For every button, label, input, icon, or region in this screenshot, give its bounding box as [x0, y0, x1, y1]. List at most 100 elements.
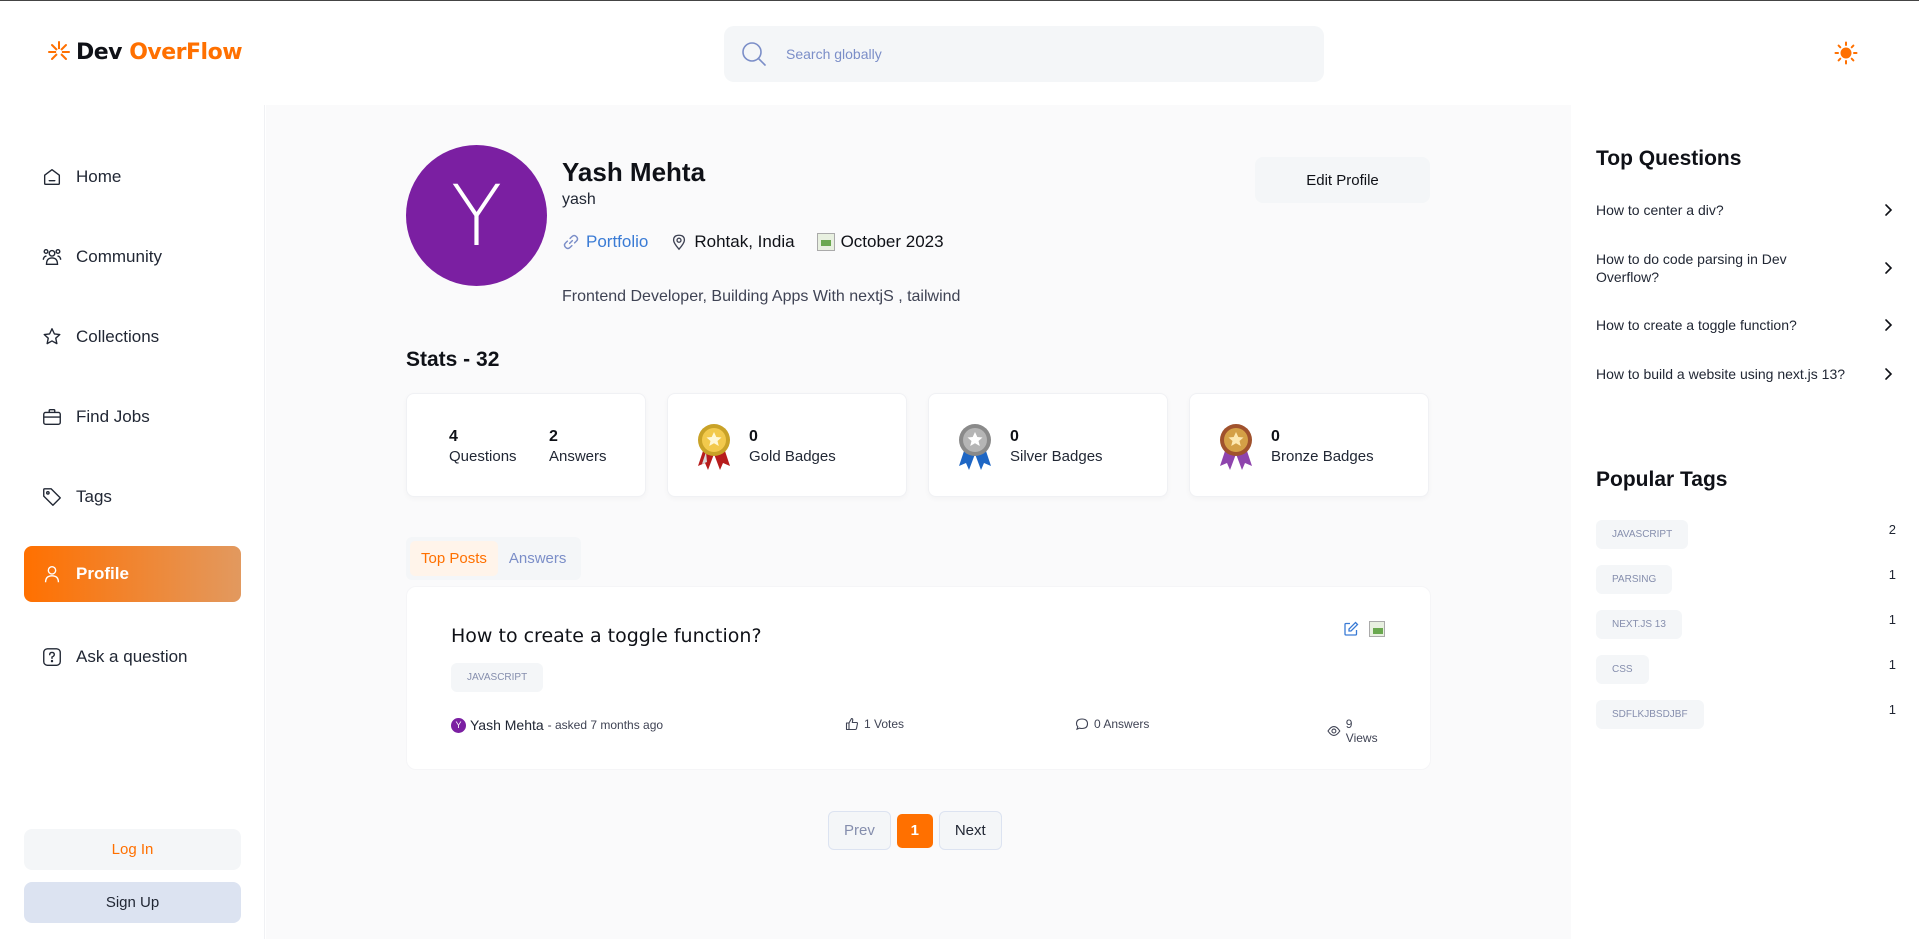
- tag-count: 1: [1888, 567, 1896, 582]
- popular-tag-item[interactable]: JAVASCRIPT 2: [1596, 520, 1896, 549]
- sidebar-item-tags[interactable]: Tags: [24, 469, 241, 525]
- login-button[interactable]: Log In: [24, 829, 241, 870]
- stat-card-bronze: 0 Bronze Badges: [1189, 393, 1429, 497]
- sun-icon[interactable]: [1834, 41, 1858, 65]
- stat-answers: 2 Answers: [549, 428, 607, 465]
- top-question-item[interactable]: How to create a toggle function?: [1596, 316, 1896, 334]
- eye-icon: [1327, 726, 1341, 736]
- edit-icon[interactable]: [1343, 621, 1359, 637]
- tab-answers[interactable]: Answers: [498, 541, 578, 576]
- author-name[interactable]: Yash Mehta: [470, 717, 544, 733]
- sidebar-item-collections[interactable]: Collections: [24, 309, 241, 365]
- top-question-item[interactable]: How to center a div?: [1596, 201, 1896, 219]
- question-author[interactable]: Y Yash Mehta - asked 7 months ago: [451, 717, 663, 733]
- next-button[interactable]: Next: [938, 811, 1002, 850]
- global-search[interactable]: [724, 26, 1324, 82]
- question-meta: Y Yash Mehta - asked 7 months ago 1 Vote…: [451, 717, 1387, 745]
- gold-medal-icon: [698, 424, 730, 470]
- sidebar-item-label: Ask a question: [76, 647, 188, 666]
- tab-top-posts[interactable]: Top Posts: [410, 541, 498, 576]
- sidebar-item-community[interactable]: Community: [24, 229, 241, 285]
- stat-card-qa: 4 Questions 2 Answers: [406, 393, 646, 497]
- bronze-medal-icon: [1220, 424, 1252, 470]
- chevron-right-icon: [1885, 368, 1893, 380]
- joined-label: October 2023: [840, 232, 944, 251]
- answers-count: 0 Answers: [1094, 717, 1150, 731]
- stat-card-gold: 0 Gold Badges: [667, 393, 907, 497]
- location-pin-icon: [673, 234, 686, 251]
- popular-tag-item[interactable]: PARSING 1: [1596, 565, 1896, 594]
- question-tag[interactable]: JAVASCRIPT: [451, 663, 544, 692]
- stat-label: Bronze Badges: [1271, 448, 1374, 465]
- top-question-item[interactable]: How to build a website using next.js 13?: [1596, 365, 1896, 383]
- location-label: Rohtak, India: [694, 232, 795, 251]
- portfolio-link[interactable]: Portfolio: [562, 232, 648, 252]
- sidebar-item-profile[interactable]: Profile: [24, 546, 241, 602]
- stat-label: Answers: [549, 448, 607, 465]
- sidebar-item-ask-question[interactable]: Ask a question: [24, 629, 241, 685]
- question-card[interactable]: How to create a toggle function? JAVASCR…: [406, 586, 1431, 770]
- logo-icon: [48, 41, 70, 60]
- right-sidebar: Top Questions How to center a div? How t…: [1571, 105, 1919, 939]
- delete-icon[interactable]: [1369, 621, 1385, 637]
- profile-meta: Portfolio Rohtak, India October 2023: [562, 232, 944, 252]
- tag-count: 2: [1888, 522, 1896, 537]
- stat-label: Questions: [449, 448, 517, 465]
- answers-metric: 0 Answers: [1075, 717, 1149, 731]
- search-icon: [742, 42, 766, 66]
- top-question-text: How to build a website using next.js 13?: [1596, 366, 1846, 382]
- stat-value: 0: [1271, 428, 1280, 445]
- stat-questions: 4 Questions: [449, 428, 517, 465]
- logo-text: Dev OverFlow: [76, 39, 243, 65]
- portfolio-label[interactable]: Portfolio: [586, 232, 648, 252]
- stat-label: Gold Badges: [749, 448, 836, 465]
- popular-tag-item[interactable]: NEXT.JS 13 1: [1596, 610, 1896, 639]
- author-avatar: Y: [451, 717, 466, 733]
- edit-profile-button[interactable]: Edit Profile: [1255, 157, 1430, 203]
- asked-time: - asked 7 months ago: [547, 718, 664, 732]
- top-question-text: How to do code parsing in Dev Overflow?: [1596, 251, 1787, 285]
- pagination: Prev 1 Next: [828, 811, 1002, 850]
- chevron-right-icon: [1885, 319, 1893, 331]
- like-icon: [845, 717, 859, 731]
- popular-tag-item[interactable]: SDFLKJBSDJBF 1: [1596, 700, 1896, 729]
- star-icon: [43, 328, 61, 345]
- signup-button[interactable]: Sign Up: [24, 882, 241, 923]
- tag-icon: [43, 488, 61, 506]
- stat-value: 0: [1010, 428, 1019, 445]
- sidebar-item-home[interactable]: Home: [24, 149, 241, 205]
- popular-tag-item[interactable]: CSS 1: [1596, 655, 1896, 684]
- tag-count: 1: [1888, 612, 1896, 627]
- sidebar-item-label: Tags: [76, 487, 112, 506]
- stat-silver: 0 Silver Badges: [1010, 428, 1103, 465]
- tag-name[interactable]: JAVASCRIPT: [1596, 520, 1689, 549]
- top-question-text: How to create a toggle function?: [1596, 317, 1797, 333]
- joined-date: October 2023: [816, 232, 944, 252]
- tag-name[interactable]: NEXT.JS 13: [1596, 610, 1682, 639]
- sidebar-item-label: Find Jobs: [76, 407, 150, 426]
- link-icon: [563, 234, 579, 250]
- votes-metric: 1 Votes: [845, 717, 904, 731]
- tag-name[interactable]: PARSING: [1596, 565, 1673, 594]
- views-metric: 9 Views: [1327, 717, 1387, 745]
- profile-bio: Frontend Developer, Building Apps With n…: [562, 288, 961, 305]
- location: Rohtak, India: [670, 232, 795, 252]
- stat-bronze: 0 Bronze Badges: [1271, 428, 1374, 465]
- page-number[interactable]: 1: [896, 813, 933, 848]
- tag-name[interactable]: SDFLKJBSDJBF: [1596, 700, 1704, 729]
- sidebar-item-find-jobs[interactable]: Find Jobs: [24, 389, 241, 445]
- sidebar-item-label: Community: [76, 247, 162, 266]
- stat-label: Silver Badges: [1010, 448, 1103, 465]
- tag-name[interactable]: CSS: [1596, 655, 1649, 684]
- calendar-icon: [816, 233, 835, 251]
- stat-value: 4: [449, 428, 458, 445]
- logo-text-dev: Dev: [76, 39, 123, 65]
- top-question-item[interactable]: How to do code parsing in Dev Overflow?: [1596, 250, 1896, 286]
- profile-name: Yash Mehta: [562, 157, 706, 187]
- logo[interactable]: Dev OverFlow: [46, 39, 243, 65]
- prev-button[interactable]: Prev: [828, 811, 891, 850]
- question-title[interactable]: How to create a toggle function?: [451, 625, 762, 647]
- message-icon: [1075, 718, 1089, 731]
- profile-tabs: Top Posts Answers: [406, 537, 582, 580]
- search-input[interactable]: [786, 46, 1286, 62]
